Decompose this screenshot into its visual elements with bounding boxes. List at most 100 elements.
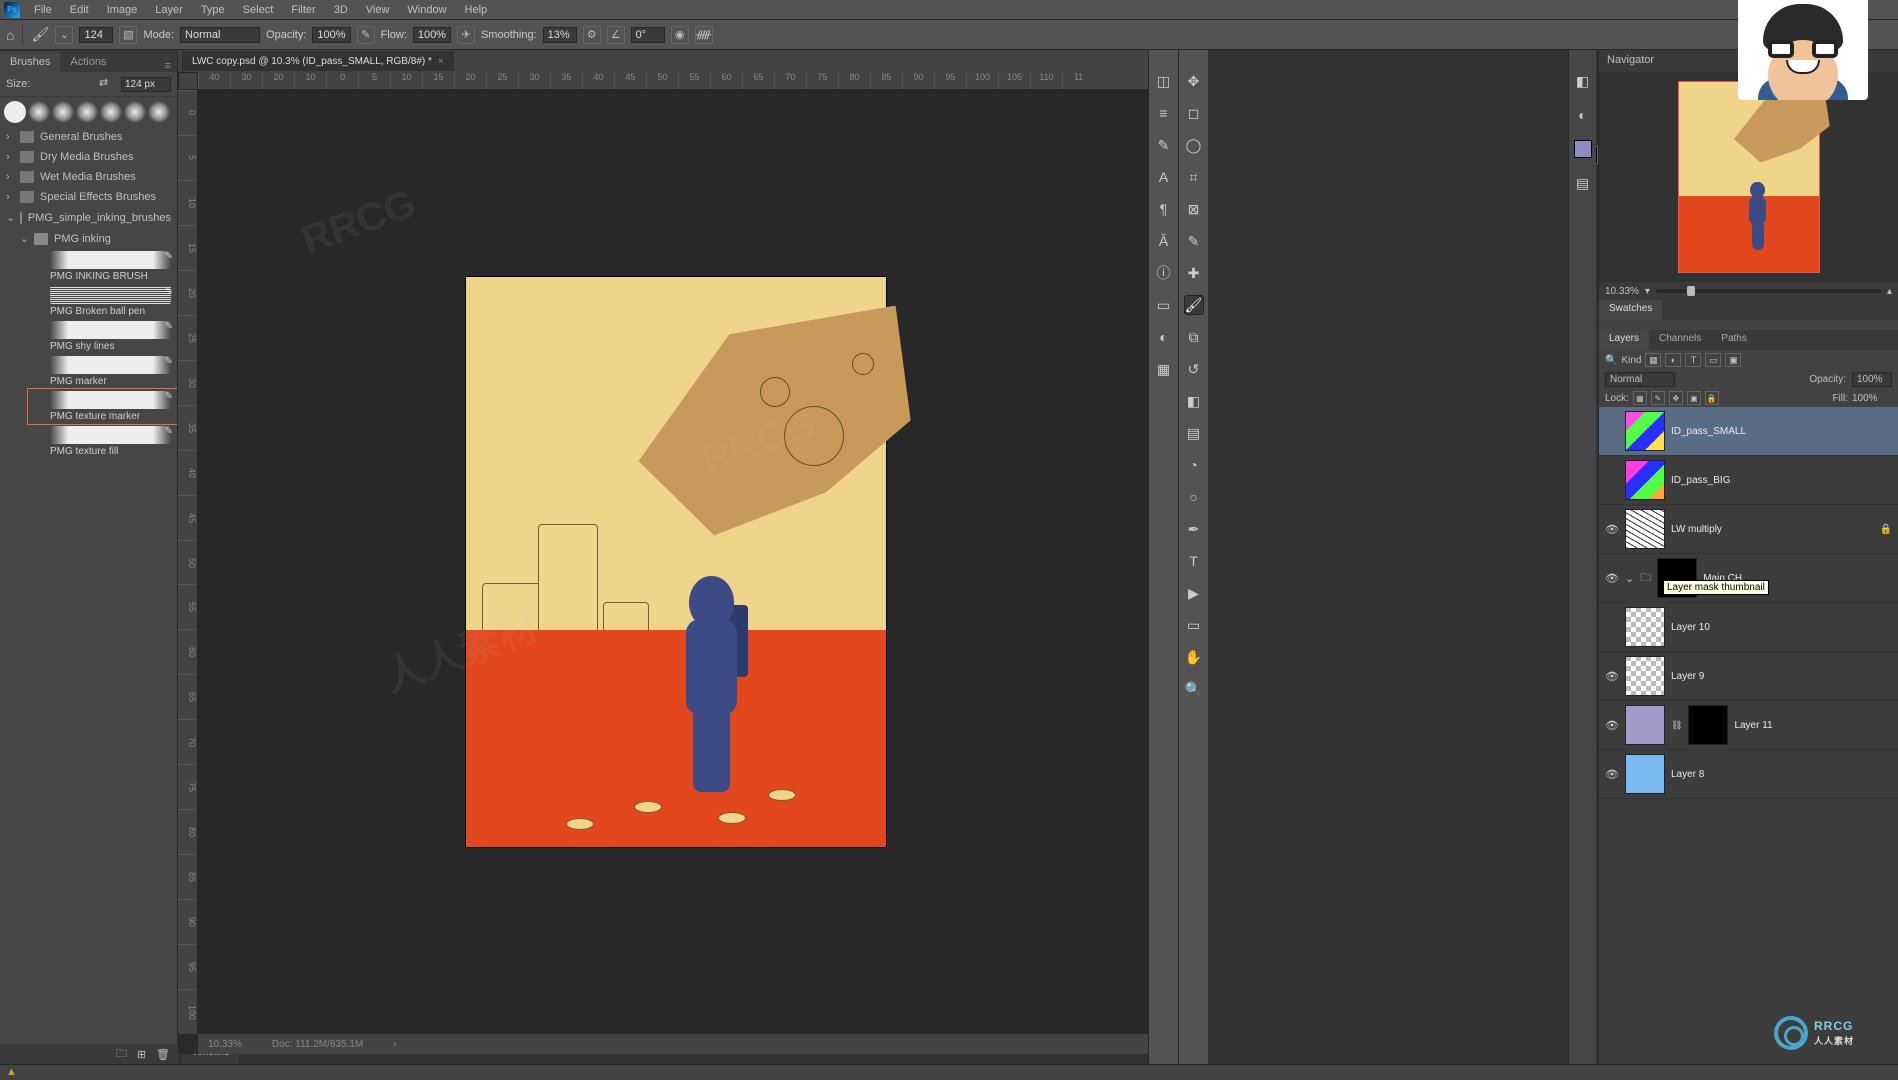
filter-kind-select[interactable]: Kind [1621,355,1641,366]
flip-icon[interactable]: ⇄ [99,76,115,92]
layer-name[interactable]: ID_pass_BIG [1671,475,1892,486]
brush-folder[interactable]: ›Special Effects Brushes [0,187,177,207]
adjustments-icon[interactable]: ≡ [1155,104,1173,122]
brush-tool-icon[interactable]: 🖌 [1185,296,1203,314]
fill-field[interactable]: 100% [1852,393,1892,404]
histogram-icon[interactable]: ◫ [1155,72,1173,90]
zoom-out-icon[interactable]: ▾ [1645,286,1650,297]
lock-pos-icon[interactable]: ✥ [1669,391,1683,405]
brush-tip[interactable] [52,101,74,123]
color-swatches[interactable] [1574,140,1592,158]
layer-thumbnail[interactable] [1625,607,1665,647]
brush-preset[interactable]: ✎PMG marker [28,354,177,389]
menu-layer[interactable]: Layer [147,2,191,18]
info-icon[interactable]: ⓘ [1155,264,1173,282]
healing-icon[interactable]: ✚ [1185,264,1203,282]
eyedropper-icon[interactable]: ✎ [1185,232,1203,250]
canvas[interactable] [198,90,1153,1034]
brush-folder[interactable]: ⌄PMG_simple_inking_brushes [0,207,177,228]
panel-icon[interactable]: ◧ [1574,72,1592,90]
stamp-icon[interactable]: ⧉ [1185,328,1203,346]
dodge-icon[interactable]: ○ [1185,488,1203,506]
lock-trans-icon[interactable]: ▦ [1633,391,1647,405]
angle-icon[interactable]: ∠ [607,26,625,44]
menu-view[interactable]: View [358,2,398,18]
pen-icon[interactable]: ✒ [1185,520,1203,538]
frame-tool-icon[interactable]: ⊠ [1185,200,1203,218]
menu-file[interactable]: File [26,2,60,18]
brush-preset[interactable]: ✎PMG INKING BRUSH [28,249,177,284]
new-group-icon[interactable]: 🗀 [116,1045,127,1064]
lock-image-icon[interactable]: ✎ [1651,391,1665,405]
zoom-status[interactable]: 10.33% [208,1039,242,1050]
layer-name[interactable]: LW multiply [1671,524,1874,535]
layer-name[interactable]: Layer 11 [1734,720,1892,731]
gradient-icon[interactable]: ▤ [1185,424,1203,442]
layer-row[interactable]: 👁 LW multiply 🔒 [1599,505,1898,554]
flow-field[interactable]: 100% [413,27,451,43]
edit-icon[interactable]: ✎ [165,391,173,402]
nav-zoom[interactable]: 10.33% [1605,286,1639,297]
glyphs-icon[interactable]: Ǎ [1155,232,1173,250]
visibility-icon[interactable]: 👁 [1605,523,1619,536]
eraser-icon[interactable]: ◧ [1185,392,1203,410]
zoom-slider[interactable] [1656,289,1881,293]
brush-tip[interactable] [28,101,50,123]
move-tool-icon[interactable]: ✥ [1185,72,1203,90]
tab-layers[interactable]: Layers [1599,330,1649,350]
opacity-pressure-icon[interactable]: ✎ [357,26,375,44]
layer-row[interactable]: 👁⌄🗀Main CHLayer mask thumbnail [1599,554,1898,603]
layer-thumbnail[interactable] [1625,656,1665,696]
expand-icon[interactable]: › [393,1039,396,1050]
layer-opacity-field[interactable]: 100% [1852,372,1892,387]
brush-tip[interactable] [76,101,98,123]
zoom-in-icon[interactable]: ▴ [1887,286,1892,297]
symmetry-icon[interactable]: ᚏ [695,26,713,44]
edit-icon[interactable]: ✎ [165,286,173,297]
menu-help[interactable]: Help [457,2,496,18]
document-tab[interactable]: LWC copy.psd @ 10.3% (ID_pass_SMALL, RGB… [182,51,454,71]
lock-icon[interactable]: 🔒 [1880,524,1892,535]
shape-icon[interactable]: ▭ [1185,616,1203,634]
brush-tip[interactable] [4,101,26,123]
layer-row[interactable]: 👁⛓Layer 11 [1599,701,1898,750]
zoom-icon[interactable]: 🔍 [1185,680,1203,698]
filter-shape-icon[interactable]: ▭ [1705,353,1721,367]
airbrush-icon[interactable]: ✈ [457,26,475,44]
brush-tool-icon[interactable]: 🖌 [31,26,49,44]
path-select-icon[interactable]: ▶ [1185,584,1203,602]
type-icon[interactable]: T [1185,552,1203,570]
size-input[interactable] [121,77,171,92]
close-icon[interactable]: × [438,56,444,67]
visibility-icon[interactable]: 👁 [1605,768,1619,781]
history-brush-icon[interactable]: ↺ [1185,360,1203,378]
edit-icon[interactable]: ✎ [165,356,173,367]
brush-tip[interactable] [148,101,170,123]
layer-thumbnail[interactable] [1625,705,1665,745]
layer-row[interactable]: 👁 Layer 9 [1599,652,1898,701]
docsize-status[interactable]: Doc: 111.2M/835.1M [272,1039,363,1050]
visibility-icon[interactable]: 👁 [1605,670,1619,683]
blend-mode-select[interactable]: Normal [180,27,260,43]
edit-icon[interactable]: ✎ [165,251,173,262]
brush-preset[interactable]: ✎PMG shy lines [28,319,177,354]
panel-icon[interactable]: ◐ [1574,106,1592,124]
lock-nest-icon[interactable]: ▣ [1687,391,1701,405]
brush-preset-picker[interactable]: ⌄ [55,26,73,44]
edit-icon[interactable]: ✎ [165,321,173,332]
brush-tip[interactable] [124,101,146,123]
chevron-down-icon[interactable]: ⌄ [1625,572,1634,585]
brush-tip[interactable] [100,101,122,123]
layer-name[interactable]: Layer 8 [1671,769,1892,780]
new-brush-icon[interactable]: ⊞ [137,1048,146,1061]
layer-name[interactable]: Layer 9 [1671,671,1892,682]
brush-folder[interactable]: ›Dry Media Brushes [0,147,177,167]
visibility-icon[interactable]: 👁 [1605,719,1619,732]
lasso-tool-icon[interactable]: ◯ [1185,136,1203,154]
angle-field[interactable]: 0° [631,27,665,43]
brush-panel-toggle[interactable]: ▧ [119,26,137,44]
layer-thumbnail[interactable] [1625,411,1665,451]
layer-name[interactable]: ID_pass_SMALL [1671,426,1892,437]
layer-thumbnail[interactable] [1625,754,1665,794]
menu-type[interactable]: Type [193,2,233,18]
